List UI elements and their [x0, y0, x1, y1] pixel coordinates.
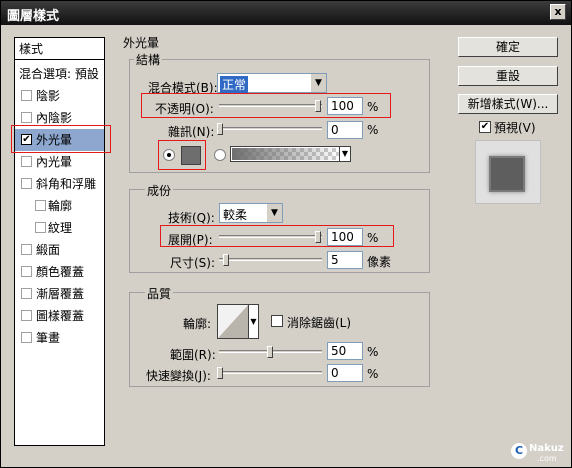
- sidebar-item-checkbox[interactable]: [21, 90, 32, 101]
- sidebar-item-checkbox[interactable]: [21, 112, 32, 123]
- new-style-button[interactable]: 新增樣式(W)...: [458, 94, 558, 114]
- preview-swatch: [489, 156, 525, 192]
- highlight-spread: [160, 225, 394, 247]
- contour-picker[interactable]: ▼: [217, 304, 259, 339]
- sidebar-item-label: 紋理: [48, 221, 73, 235]
- logo-icon: C: [511, 443, 527, 459]
- gradient-preview: [232, 148, 339, 160]
- reset-button[interactable]: 重設: [458, 66, 558, 86]
- sidebar-item[interactable]: 內光暈: [15, 151, 104, 173]
- close-icon[interactable]: x: [550, 4, 566, 20]
- sidebar-item-checkbox[interactable]: [21, 266, 32, 277]
- sidebar-item-label: 內光暈: [36, 155, 73, 169]
- technique-select[interactable]: 較柔 ▼: [219, 203, 283, 223]
- jitter-input[interactable]: 0: [327, 364, 363, 382]
- chevron-down-icon: ▼: [310, 74, 326, 92]
- styles-header[interactable]: 樣式: [15, 38, 104, 60]
- structure-title: 結構: [134, 51, 163, 68]
- sidebar-item[interactable]: 圖樣覆蓋: [15, 305, 104, 327]
- layer-style-dialog: 圖層樣式 x 樣式 混合選項: 預設 陰影 內陰影 ✔ 外光暈 內光暈 斜角和浮雕 輪廓 紋理…: [0, 0, 572, 468]
- size-input[interactable]: 5: [327, 251, 363, 269]
- sidebar-item[interactable]: 筆畫: [15, 327, 104, 349]
- style-list: 樣式 混合選項: 預設 陰影 內陰影 ✔ 外光暈 內光暈 斜角和浮雕 輪廓 紋理 緞面 顏色覆蓋漸…: [14, 37, 105, 446]
- highlight-outer-glow: [11, 125, 111, 153]
- noise-label: 雜訊(N):: [168, 125, 215, 139]
- noise-slider-thumb[interactable]: [217, 123, 223, 135]
- chevron-down-icon: ▼: [339, 147, 350, 161]
- range-slider-thumb[interactable]: [267, 346, 273, 358]
- blend-options-item[interactable]: 混合選項: 預設: [15, 63, 104, 85]
- sidebar-item-label: 緞面: [36, 243, 61, 257]
- sidebar-item-label: 陰影: [36, 89, 61, 103]
- chevron-down-icon: ▼: [266, 204, 282, 222]
- sidebar-item-checkbox[interactable]: [21, 178, 32, 189]
- sidebar-item[interactable]: 漸層覆蓋: [15, 283, 104, 305]
- jitter-label: 快速變換(J):: [146, 369, 211, 383]
- gradient-picker[interactable]: ▼: [230, 146, 351, 162]
- highlight-opacity: [141, 93, 391, 118]
- gradient-radio[interactable]: [214, 149, 226, 161]
- ok-button[interactable]: 確定: [458, 37, 558, 57]
- sidebar-item-label: 顏色覆蓋: [36, 265, 85, 279]
- anti-alias-label: 消除鋸齒(L): [287, 316, 352, 330]
- sidebar-item[interactable]: 輪廓: [15, 195, 104, 217]
- blend-mode-select[interactable]: 正常 ▼: [217, 73, 327, 93]
- sidebar-item[interactable]: 紋理: [15, 217, 104, 239]
- range-percent: %: [367, 345, 379, 359]
- sidebar-item-checkbox[interactable]: [21, 244, 32, 255]
- technique-label: 技術(Q):: [168, 211, 215, 225]
- noise-percent: %: [367, 123, 379, 137]
- jitter-slider-thumb[interactable]: [217, 367, 223, 379]
- noise-slider[interactable]: [217, 123, 322, 135]
- preview-label: 預視(V): [494, 121, 536, 135]
- sidebar-item-checkbox[interactable]: [21, 288, 32, 299]
- outer-glow-title: 外光暈: [121, 34, 162, 51]
- contour-curve-icon: [218, 305, 248, 338]
- sidebar-item[interactable]: 斜角和浮雕: [15, 173, 104, 195]
- anti-alias-checkbox[interactable]: [271, 315, 283, 327]
- sidebar-item[interactable]: 緞面: [15, 239, 104, 261]
- style-preview-box: [475, 140, 541, 204]
- sidebar-item-label: 漸層覆蓋: [36, 287, 85, 301]
- size-slider[interactable]: [219, 254, 322, 266]
- watermark-logo: C Nakuz .com: [511, 441, 567, 465]
- highlight-color: [158, 140, 206, 170]
- size-label: 尺寸(S):: [170, 256, 216, 270]
- sidebar-item-label: 輪廓: [48, 199, 73, 213]
- sidebar-item-label: 圖樣覆蓋: [36, 309, 85, 323]
- size-slider-thumb[interactable]: [223, 254, 229, 266]
- preview-checkbox[interactable]: ✔: [479, 121, 491, 133]
- dialog-title: 圖層樣式: [7, 9, 60, 24]
- range-label: 範圍(R):: [170, 348, 216, 362]
- sidebar-item-checkbox[interactable]: [21, 332, 32, 343]
- elements-title: 成份: [145, 182, 174, 199]
- noise-input[interactable]: 0: [327, 121, 363, 139]
- range-input[interactable]: 50: [327, 342, 363, 360]
- sidebar-item-checkbox[interactable]: [35, 200, 46, 211]
- jitter-slider[interactable]: [217, 367, 322, 379]
- range-slider[interactable]: [219, 346, 322, 358]
- sidebar-item-checkbox[interactable]: [21, 156, 32, 167]
- quality-title: 品質: [145, 285, 174, 302]
- size-unit: 像素: [367, 255, 392, 269]
- sidebar-item-checkbox[interactable]: [35, 222, 46, 233]
- contour-label: 輪廓:: [183, 317, 212, 331]
- sidebar-item-label: 筆畫: [36, 331, 61, 345]
- sidebar-item[interactable]: 顏色覆蓋: [15, 261, 104, 283]
- title-bar: 圖層樣式 x: [1, 1, 571, 25]
- sidebar-item-checkbox[interactable]: [21, 310, 32, 321]
- sidebar-item-label: 斜角和浮雕: [36, 177, 97, 191]
- chevron-down-icon: ▼: [248, 305, 258, 338]
- sidebar-item[interactable]: 陰影: [15, 85, 104, 107]
- jitter-percent: %: [367, 367, 379, 381]
